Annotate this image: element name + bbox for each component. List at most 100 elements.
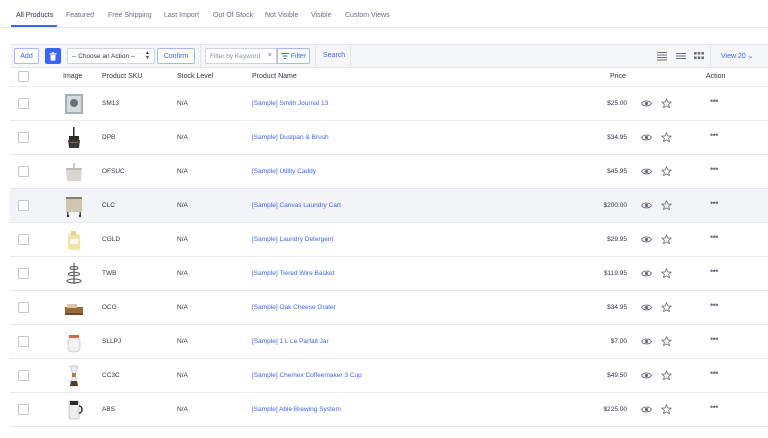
more-actions-icon[interactable]: ••• <box>710 198 718 208</box>
confirm-button[interactable]: Confirm <box>157 48 195 64</box>
filter-button[interactable]: Filter <box>277 48 310 64</box>
tab-last-import[interactable]: Last Import <box>164 12 199 19</box>
more-actions-icon[interactable]: ••• <box>710 96 718 106</box>
product-thumbnail-journal[interactable] <box>62 92 86 116</box>
tab-free-shipping[interactable]: Free Shipping <box>108 12 152 19</box>
eye-icon[interactable] <box>641 269 652 278</box>
filter-keyword-input[interactable]: Filter by Keyword × <box>205 48 277 64</box>
product-sku: OFSUC <box>102 168 125 175</box>
stock-level: N/A <box>177 304 188 311</box>
eye-icon[interactable] <box>641 405 652 414</box>
star-icon[interactable] <box>661 166 672 177</box>
product-sku: CGLD <box>102 236 121 243</box>
eye-icon[interactable] <box>641 133 652 142</box>
product-thumbnail-detergent[interactable] <box>62 228 86 252</box>
table-row: TWB N/A [Sample] Tiered Wire Basket $119… <box>10 257 768 291</box>
tab-out-of-stock[interactable]: Out Of Stock <box>213 12 253 19</box>
product-thumbnail-brewer[interactable] <box>62 398 86 422</box>
tab-all-products[interactable]: All Products <box>16 12 53 19</box>
tab-not-visible[interactable]: Not Visible <box>265 12 298 19</box>
product-thumbnail-basket[interactable] <box>62 262 86 286</box>
star-icon[interactable] <box>661 268 672 279</box>
add-button[interactable]: Add <box>14 48 39 64</box>
product-name-link[interactable]: [Sample] Laundry Detergent <box>252 236 333 243</box>
star-icon[interactable] <box>661 234 672 245</box>
eye-icon[interactable] <box>641 303 652 312</box>
eye-icon[interactable] <box>641 99 652 108</box>
product-thumbnail-chemex[interactable] <box>62 364 86 388</box>
column-header-price[interactable]: Price <box>610 73 626 80</box>
product-price: $49.50 <box>607 372 627 379</box>
product-thumbnail-cart[interactable] <box>62 194 86 218</box>
trash-icon <box>49 51 57 61</box>
row-checkbox[interactable] <box>18 234 29 245</box>
product-name-link[interactable]: [Sample] Utility Caddy <box>252 168 316 175</box>
eye-icon[interactable] <box>641 201 652 210</box>
tab-visible[interactable]: Visible <box>311 12 332 19</box>
row-checkbox[interactable] <box>18 404 29 415</box>
delete-button[interactable] <box>45 48 61 64</box>
list-view-detailed-icon[interactable] <box>657 51 667 61</box>
more-actions-icon[interactable]: ••• <box>710 402 718 412</box>
more-actions-icon[interactable]: ••• <box>710 164 718 174</box>
list-view-icon[interactable] <box>676 51 686 61</box>
product-name-link[interactable]: [Sample] 1 L Le Parfait Jar <box>252 338 329 345</box>
row-checkbox[interactable] <box>18 370 29 381</box>
bulk-action-select[interactable]: -- Choose an Action -- ▲ ▼ <box>67 48 155 64</box>
product-name-link[interactable]: [Sample] Chemex Coffeemaker 3 Cup <box>252 372 362 379</box>
row-checkbox[interactable] <box>18 98 29 109</box>
row-checkbox[interactable] <box>18 268 29 279</box>
product-name-link[interactable]: [Sample] Smith Journal 13 <box>252 100 328 107</box>
select-all-checkbox[interactable] <box>18 71 29 82</box>
star-icon[interactable] <box>661 370 672 381</box>
table-row: SLLPJ N/A [Sample] 1 L Le Parfait Jar $7… <box>10 325 768 359</box>
search-button[interactable]: Search <box>323 52 345 59</box>
view-count-dropdown[interactable]: View 20 ⌄ <box>721 52 754 60</box>
row-checkbox[interactable] <box>18 166 29 177</box>
eye-icon[interactable] <box>641 167 652 176</box>
star-icon[interactable] <box>661 404 672 415</box>
table-row: DPB N/A [Sample] Dustpan & Brush $34.95 … <box>10 121 768 155</box>
eye-icon[interactable] <box>641 371 652 380</box>
grid-view-icon[interactable] <box>694 51 704 61</box>
column-header-stock[interactable]: Stock Level <box>177 73 213 80</box>
product-name-link[interactable]: [Sample] Dustpan & Brush <box>252 134 329 141</box>
eye-icon[interactable] <box>641 337 652 346</box>
stock-level: N/A <box>177 134 188 141</box>
bulk-action-value: -- Choose an Action -- <box>72 52 136 60</box>
product-name-link[interactable]: [Sample] Able Brewing System <box>252 406 341 413</box>
more-actions-icon[interactable]: ••• <box>710 300 718 310</box>
more-actions-icon[interactable]: ••• <box>710 130 718 140</box>
row-checkbox[interactable] <box>18 302 29 313</box>
product-thumbnail-grater[interactable] <box>62 296 86 320</box>
row-checkbox[interactable] <box>18 336 29 347</box>
product-price: $225.00 <box>603 406 628 413</box>
clear-filter-icon[interactable]: × <box>268 52 272 59</box>
star-icon[interactable] <box>661 336 672 347</box>
star-icon[interactable] <box>661 302 672 313</box>
filter-lines-icon <box>280 53 289 59</box>
column-header-name[interactable]: Product Name <box>252 73 297 80</box>
product-name-link[interactable]: [Sample] Oak Cheese Grater <box>252 304 336 311</box>
product-thumbnail-dustpan[interactable] <box>62 126 86 150</box>
product-thumbnail-caddy[interactable] <box>62 160 86 184</box>
toolbar-divider <box>350 45 351 67</box>
star-icon[interactable] <box>661 200 672 211</box>
row-checkbox[interactable] <box>18 200 29 211</box>
more-actions-icon[interactable]: ••• <box>710 232 718 242</box>
more-actions-icon[interactable]: ••• <box>710 334 718 344</box>
product-price: $34.95 <box>607 134 627 141</box>
star-icon[interactable] <box>661 98 672 109</box>
tab-custom-views[interactable]: Custom Views <box>345 12 390 19</box>
select-arrows-icon: ▲ ▼ <box>145 50 150 61</box>
row-checkbox[interactable] <box>18 132 29 143</box>
tab-featured[interactable]: Featured <box>66 12 94 19</box>
product-name-link[interactable]: [Sample] Canvas Laundry Cart <box>252 202 341 209</box>
more-actions-icon[interactable]: ••• <box>710 368 718 378</box>
column-header-sku[interactable]: Product SKU <box>102 73 142 80</box>
more-actions-icon[interactable]: ••• <box>710 266 718 276</box>
eye-icon[interactable] <box>641 235 652 244</box>
star-icon[interactable] <box>661 132 672 143</box>
product-name-link[interactable]: [Sample] Tiered Wire Basket <box>252 270 334 277</box>
product-thumbnail-jar[interactable] <box>62 330 86 354</box>
